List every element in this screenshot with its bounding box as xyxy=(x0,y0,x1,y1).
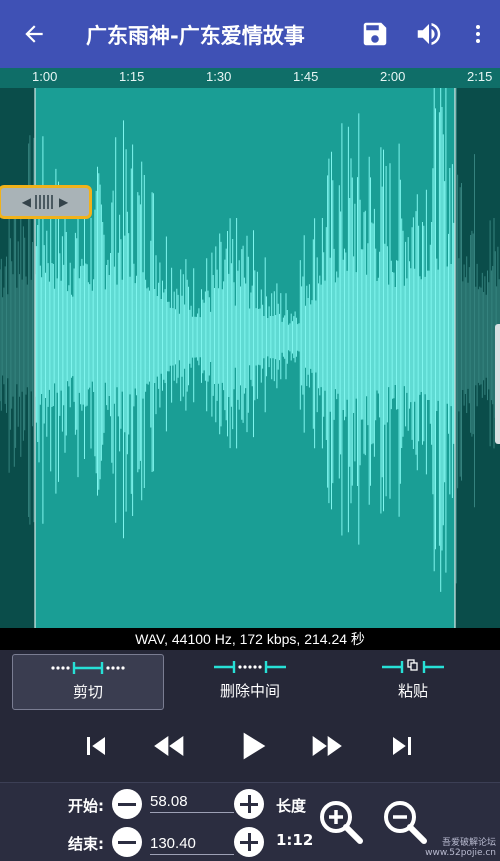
zoom-in-icon xyxy=(320,801,363,844)
start-time-field[interactable]: 58.08 xyxy=(150,793,234,813)
rewind-icon xyxy=(154,736,184,756)
fast-forward-button[interactable] xyxy=(304,726,348,766)
watermark: 吾爱破解论坛 www.52pojie.cn xyxy=(425,838,496,858)
watermark-title: 吾爱破解论坛 xyxy=(441,838,496,848)
play-icon xyxy=(243,732,266,760)
back-button[interactable] xyxy=(6,0,62,68)
waveform xyxy=(0,88,500,628)
save-icon xyxy=(363,22,387,46)
tick-label: 1:45 xyxy=(293,69,319,84)
volume-button[interactable] xyxy=(402,0,456,68)
play-button[interactable] xyxy=(230,726,274,766)
mode-delete-middle[interactable]: 删除中间 xyxy=(175,654,325,708)
arrow-back-icon xyxy=(25,25,43,43)
more-options-button[interactable] xyxy=(456,0,500,68)
end-time-field[interactable]: 130.40 xyxy=(150,835,234,855)
grip-icon xyxy=(35,195,55,209)
start-marker-handle[interactable]: ◀ ▶ xyxy=(0,185,92,219)
tick-label: 1:30 xyxy=(206,69,232,84)
audio-info: WAV, 44100 Hz, 172 kbps, 214.24 秒 xyxy=(0,628,500,650)
chevron-right-icon: ▶ xyxy=(59,195,69,209)
end-label: 结束: xyxy=(68,835,104,853)
watermark-url: www.52pojie.cn xyxy=(425,848,496,858)
mode-delete-middle-label: 删除中间 xyxy=(219,682,280,700)
rewind-button[interactable] xyxy=(148,726,192,766)
mode-paste-label: 粘贴 xyxy=(397,682,428,700)
zoom-out-button[interactable] xyxy=(380,797,430,851)
mode-trim-label: 剪切 xyxy=(72,683,103,701)
skip-previous-button[interactable] xyxy=(74,726,118,766)
scrollbar-thumb[interactable] xyxy=(495,324,500,444)
minus-icon xyxy=(118,840,136,844)
delete-middle-icon xyxy=(214,661,286,673)
skip-next-icon xyxy=(393,737,411,755)
tick-label: 2:15 xyxy=(467,69,493,84)
save-button[interactable] xyxy=(348,0,402,68)
skip-next-button[interactable] xyxy=(380,726,424,766)
fast-forward-icon xyxy=(312,736,342,756)
selection-controls: 开始: 58.08 长度 结束: 130.40 1:12 吾爱破解论坛 www.… xyxy=(0,782,500,861)
transport-controls xyxy=(0,712,500,782)
mode-paste[interactable]: 粘贴 xyxy=(338,654,488,708)
end-decrease-button[interactable] xyxy=(112,827,142,857)
skip-previous-icon xyxy=(87,737,105,755)
volume-icon xyxy=(417,23,441,45)
paste-icon xyxy=(382,659,444,673)
trim-icon xyxy=(51,662,125,674)
waveform-view[interactable]: ◀ ▶ ◀ ▶ xyxy=(0,88,500,628)
start-label: 开始: xyxy=(68,797,104,815)
page-title: 广东雨神-广东爱情故事 xyxy=(86,24,305,48)
chevron-left-icon: ◀ xyxy=(21,195,31,209)
zoom-in-button[interactable] xyxy=(316,797,366,851)
app-bar: 广东雨神-广东爱情故事 xyxy=(0,0,500,68)
minus-icon xyxy=(118,802,136,806)
timeline-ruler: 1:00 1:15 1:30 1:45 2:00 2:15 xyxy=(0,68,500,88)
more-vert-icon xyxy=(476,25,480,43)
zoom-out-icon xyxy=(384,801,427,844)
start-decrease-button[interactable] xyxy=(112,789,142,819)
tick-label: 1:15 xyxy=(119,69,145,84)
length-value: 1:12 xyxy=(276,831,314,849)
start-increase-button[interactable] xyxy=(234,789,264,819)
edit-mode-bar: 剪切 删除中间 粘贴 xyxy=(0,650,500,712)
length-label: 长度 xyxy=(276,797,307,815)
tick-label: 2:00 xyxy=(380,69,406,84)
tick-label: 1:00 xyxy=(32,69,58,84)
mode-trim[interactable]: 剪切 xyxy=(12,654,164,710)
end-increase-button[interactable] xyxy=(234,827,264,857)
